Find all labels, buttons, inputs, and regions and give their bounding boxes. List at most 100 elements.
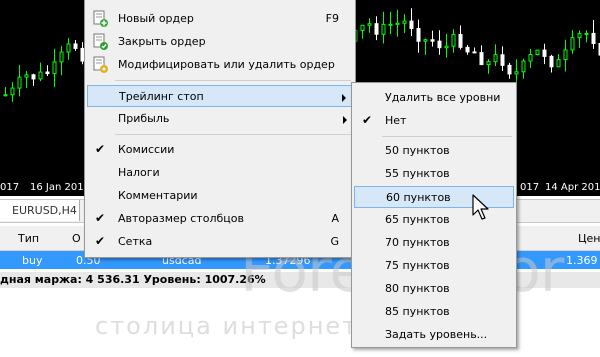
candle-body — [563, 49, 568, 61]
menu-item-label: 70 пунктов — [385, 236, 450, 249]
submenu-item-75-points[interactable]: 75 пунктов — [354, 255, 514, 277]
menu-item-label: Модифицировать или удалить ордер — [118, 58, 335, 71]
candle-body — [507, 64, 512, 75]
menu-item-trailing-stop[interactable]: Трейлинг стоп — [87, 85, 353, 107]
menu-item-comments[interactable]: Комментарии — [87, 185, 353, 207]
checkmark-icon: ✔ — [95, 211, 106, 225]
column-header-volume[interactable]: О — [72, 232, 81, 245]
menu-item-label: Нет — [385, 114, 407, 127]
menu-item-grid[interactable]: ✔ Сетка G — [87, 231, 353, 253]
menu-item-label: Комиссии — [118, 143, 175, 156]
checkmark-icon: ✔ — [95, 142, 106, 156]
candle-body — [66, 43, 71, 53]
candle-body — [38, 71, 43, 80]
menu-item-label: Удалить все уровни — [385, 91, 501, 104]
candle-body — [374, 23, 379, 35]
candle-body — [528, 54, 533, 62]
submenu-item-85-points[interactable]: 85 пунктов — [354, 301, 514, 323]
submenu-arrow-icon — [342, 94, 346, 102]
column-header-price[interactable]: Цен — [578, 232, 600, 245]
candle-body — [437, 40, 442, 49]
date-label: 017 — [0, 182, 20, 193]
close-order-icon — [93, 33, 108, 50]
candle-body — [409, 20, 414, 30]
shortcut-label: A — [331, 212, 339, 225]
submenu-item-80-points[interactable]: 80 пунктов — [354, 278, 514, 300]
candle-body — [367, 23, 372, 26]
candle-body — [535, 49, 540, 56]
candle-body — [493, 54, 498, 63]
margin-level-text: дная маржа: 4 536.31 Уровень: 1007.26% — [0, 273, 266, 286]
menu-item-label: 85 пунктов — [385, 305, 450, 318]
cell-type: buy — [22, 254, 43, 267]
submenu-item-55-points[interactable]: 55 пунктов — [354, 163, 514, 185]
menu-item-label: Сетка — [118, 235, 153, 248]
candle-body — [479, 52, 484, 66]
menu-item-commissions[interactable]: ✔ Комиссии — [87, 139, 353, 161]
menu-item-modify-order[interactable]: Модифицировать или удалить ордер — [87, 54, 353, 76]
candle-body — [577, 33, 582, 39]
menu-separator — [115, 134, 351, 135]
submenu-item-50-points[interactable]: 50 пунктов — [354, 140, 514, 162]
menu-separator — [382, 136, 512, 137]
candle-body — [542, 49, 547, 57]
date-label: 017 — [520, 182, 540, 193]
candle-body — [381, 23, 386, 35]
candle-body — [360, 24, 365, 31]
menu-item-label: 65 пунктов — [385, 213, 450, 226]
candle-body — [444, 45, 449, 49]
menu-item-label: 75 пунктов — [385, 259, 450, 272]
menu-item-close-order[interactable]: Закрыть ордер — [87, 31, 353, 53]
candle-body — [59, 51, 64, 63]
menu-item-label: 60 пунктов — [386, 191, 451, 204]
tab-eurusd-h4[interactable]: EURUSD,H4 — [0, 200, 80, 221]
menu-item-taxes[interactable]: Налоги — [87, 162, 353, 184]
candle-body — [17, 76, 22, 89]
candle-body — [10, 87, 15, 96]
candle-body — [430, 39, 435, 42]
menu-item-label: Трейлинг стоп — [119, 90, 204, 103]
menu-item-profit[interactable]: Прибыль — [87, 108, 353, 130]
candle-body — [570, 37, 575, 51]
shortcut-label: F9 — [325, 12, 339, 25]
candle-body — [514, 71, 519, 75]
candle-body — [402, 20, 407, 24]
menu-item-new-order[interactable]: Новый ордер F9 — [87, 8, 353, 30]
candle-body — [458, 34, 463, 48]
checkmark-icon: ✔ — [362, 113, 373, 127]
date-label: 16 Jan 2017 — [30, 182, 90, 193]
candle-body — [3, 94, 8, 97]
menu-item-label: Задать уровень... — [385, 328, 488, 341]
submenu-item-delete-all-levels[interactable]: Удалить все уровни — [354, 87, 514, 109]
submenu-item-none[interactable]: ✔ Нет — [354, 110, 514, 132]
menu-item-label: 55 пунктов — [385, 167, 450, 180]
submenu-item-70-points[interactable]: 70 пунктов — [354, 232, 514, 254]
candle-body — [465, 46, 470, 53]
candle-body — [549, 55, 554, 68]
menu-item-label: Прибыль — [118, 112, 170, 125]
menu-item-label: Авторазмер столбцов — [118, 212, 244, 225]
submenu-arrow-icon — [343, 116, 347, 124]
date-label: 14 Apr 2017 — [545, 182, 600, 193]
candle-body — [486, 61, 491, 66]
candle-body — [52, 61, 57, 75]
candle-body — [416, 28, 421, 42]
candle-body — [472, 51, 477, 54]
candle-body — [521, 60, 526, 73]
new-order-icon — [93, 10, 108, 27]
checkmark-icon: ✔ — [95, 234, 106, 248]
trailing-stop-submenu: Удалить все уровни ✔ Нет 50 пунктов 55 п… — [351, 82, 517, 348]
menu-item-label: Новый ордер — [118, 12, 194, 25]
menu-item-autosize-columns[interactable]: ✔ Авторазмер столбцов A — [87, 208, 353, 230]
menu-item-label: Комментарии — [118, 189, 198, 202]
submenu-item-set-level[interactable]: Задать уровень... — [354, 324, 514, 346]
menu-item-label: Налоги — [118, 166, 160, 179]
candle-body — [388, 23, 393, 26]
menu-item-label: 80 пунктов — [385, 282, 450, 295]
context-menu: Новый ордер F9 Закрыть ордер Модифициров… — [84, 0, 356, 258]
candle-body — [24, 74, 29, 78]
candle-body — [451, 34, 456, 47]
candle-body — [45, 71, 50, 75]
modify-order-icon — [93, 56, 108, 73]
column-header-type[interactable]: Тип — [18, 232, 39, 245]
